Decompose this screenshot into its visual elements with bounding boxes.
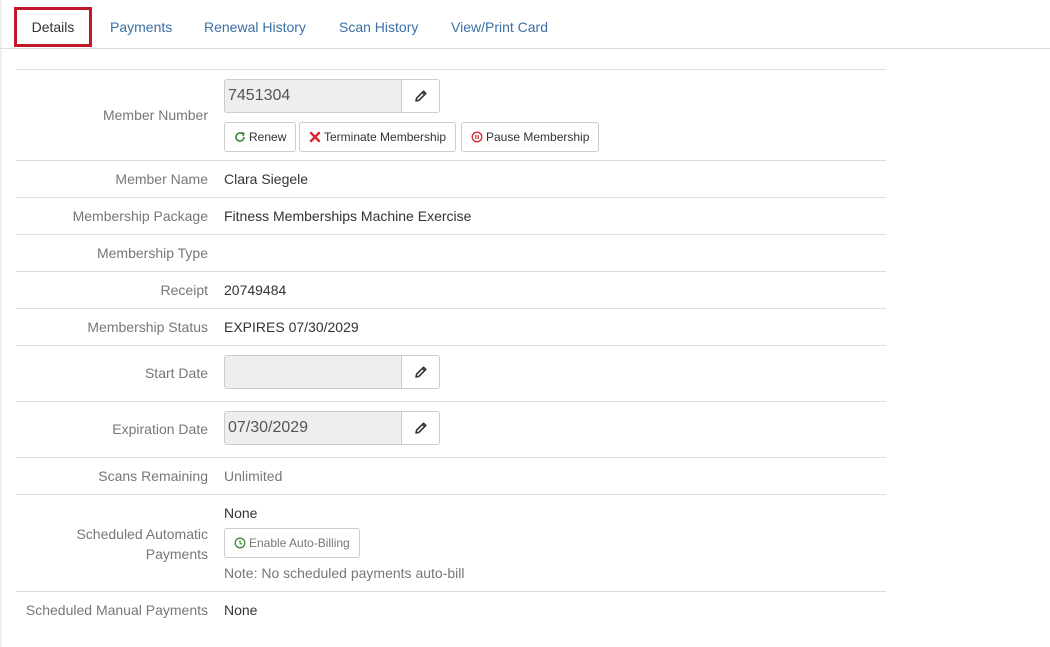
expiration-date-field[interactable]: 07/30/2029 xyxy=(224,411,401,445)
tab-scan-history[interactable]: Scan History xyxy=(339,7,418,47)
membership-package-value: Fitness Memberships Machine Exercise xyxy=(224,208,472,224)
expiration-date-edit-button[interactable] xyxy=(401,411,440,445)
page-left-edge xyxy=(0,0,2,647)
x-icon xyxy=(309,131,321,143)
member-details-table: Member Number 7451304 Renew Terminate Me… xyxy=(16,69,886,629)
pause-circle-icon xyxy=(471,131,483,143)
renew-button[interactable]: Renew xyxy=(224,122,297,152)
tab-bar: Details Payments Renewal History Scan Hi… xyxy=(0,0,1050,49)
receipt-label: Receipt xyxy=(160,282,208,298)
member-number-edit-button[interactable] xyxy=(401,79,440,113)
row-receipt: Receipt 20749484 xyxy=(16,272,886,309)
tab-details[interactable]: Details xyxy=(14,7,92,47)
member-name-label: Member Name xyxy=(115,171,208,187)
row-membership-type: Membership Type xyxy=(16,235,886,272)
scheduled-automatic-payments-value: None xyxy=(224,505,258,521)
renew-button-label: Renew xyxy=(249,130,287,144)
row-member-name: Member Name Clara Siegele xyxy=(16,161,886,198)
enable-auto-billing-button[interactable]: Enable Auto-Billing xyxy=(224,528,360,558)
member-number-input-group: 7451304 xyxy=(224,79,440,113)
refresh-icon xyxy=(234,131,246,143)
member-name-link[interactable]: Clara Siegele xyxy=(224,171,308,187)
membership-status-value: EXPIRES 07/30/2029 xyxy=(224,319,359,335)
enable-auto-billing-button-label: Enable Auto-Billing xyxy=(249,536,350,550)
pencil-icon xyxy=(414,422,427,434)
terminate-membership-button[interactable]: Terminate Membership xyxy=(299,122,457,152)
row-scheduled-automatic-payments: Scheduled Automatic Payments None Enable… xyxy=(16,495,886,592)
row-expiration-date: Expiration Date 07/30/2029 xyxy=(16,402,886,458)
start-date-field[interactable] xyxy=(224,355,401,389)
scheduled-manual-payments-label: Scheduled Manual Payments xyxy=(25,602,208,618)
scans-remaining-value: Unlimited xyxy=(224,468,283,484)
start-date-label: Start Date xyxy=(144,365,208,381)
row-scans-remaining: Scans Remaining Unlimited xyxy=(16,458,886,495)
clock-icon xyxy=(234,537,246,549)
membership-type-label: Membership Type xyxy=(96,245,208,261)
tab-renewal-history[interactable]: Renewal History xyxy=(204,7,306,47)
member-number-label: Member Number xyxy=(102,107,208,123)
scheduled-manual-payments-value: None xyxy=(224,602,258,618)
expiration-date-label: Expiration Date xyxy=(112,421,208,437)
pencil-icon xyxy=(414,366,427,378)
scheduled-payments-note: Note: No scheduled payments auto-bill xyxy=(224,565,465,581)
tab-payments[interactable]: Payments xyxy=(110,7,172,47)
membership-package-label: Membership Package xyxy=(72,208,208,224)
row-member-number: Member Number 7451304 Renew Terminate Me… xyxy=(16,70,886,161)
start-date-edit-button[interactable] xyxy=(401,355,440,389)
tab-view-print-card[interactable]: View/Print Card xyxy=(451,7,548,47)
scheduled-automatic-payments-label-line2: Payments xyxy=(145,546,208,562)
pause-membership-button-label: Pause Membership xyxy=(486,130,590,144)
membership-status-label: Membership Status xyxy=(87,319,208,335)
start-date-input-group xyxy=(224,355,440,389)
scheduled-automatic-payments-label: Scheduled Automatic Payments xyxy=(16,524,208,564)
row-membership-status: Membership Status EXPIRES 07/30/2029 xyxy=(16,309,886,346)
pencil-icon xyxy=(414,90,427,102)
row-start-date: Start Date xyxy=(16,346,886,402)
row-membership-package: Membership Package Fitness Memberships M… xyxy=(16,198,886,235)
scans-remaining-label: Scans Remaining xyxy=(98,468,208,484)
pause-membership-button[interactable]: Pause Membership xyxy=(461,122,600,152)
member-number-field[interactable]: 7451304 xyxy=(224,79,401,113)
scheduled-automatic-payments-label-line1: Scheduled Automatic xyxy=(76,526,208,542)
terminate-membership-button-label: Terminate Membership xyxy=(324,130,447,144)
receipt-link[interactable]: 20749484 xyxy=(224,282,286,298)
expiration-date-input-group: 07/30/2029 xyxy=(224,411,440,445)
row-scheduled-manual-payments: Scheduled Manual Payments None xyxy=(16,592,886,629)
